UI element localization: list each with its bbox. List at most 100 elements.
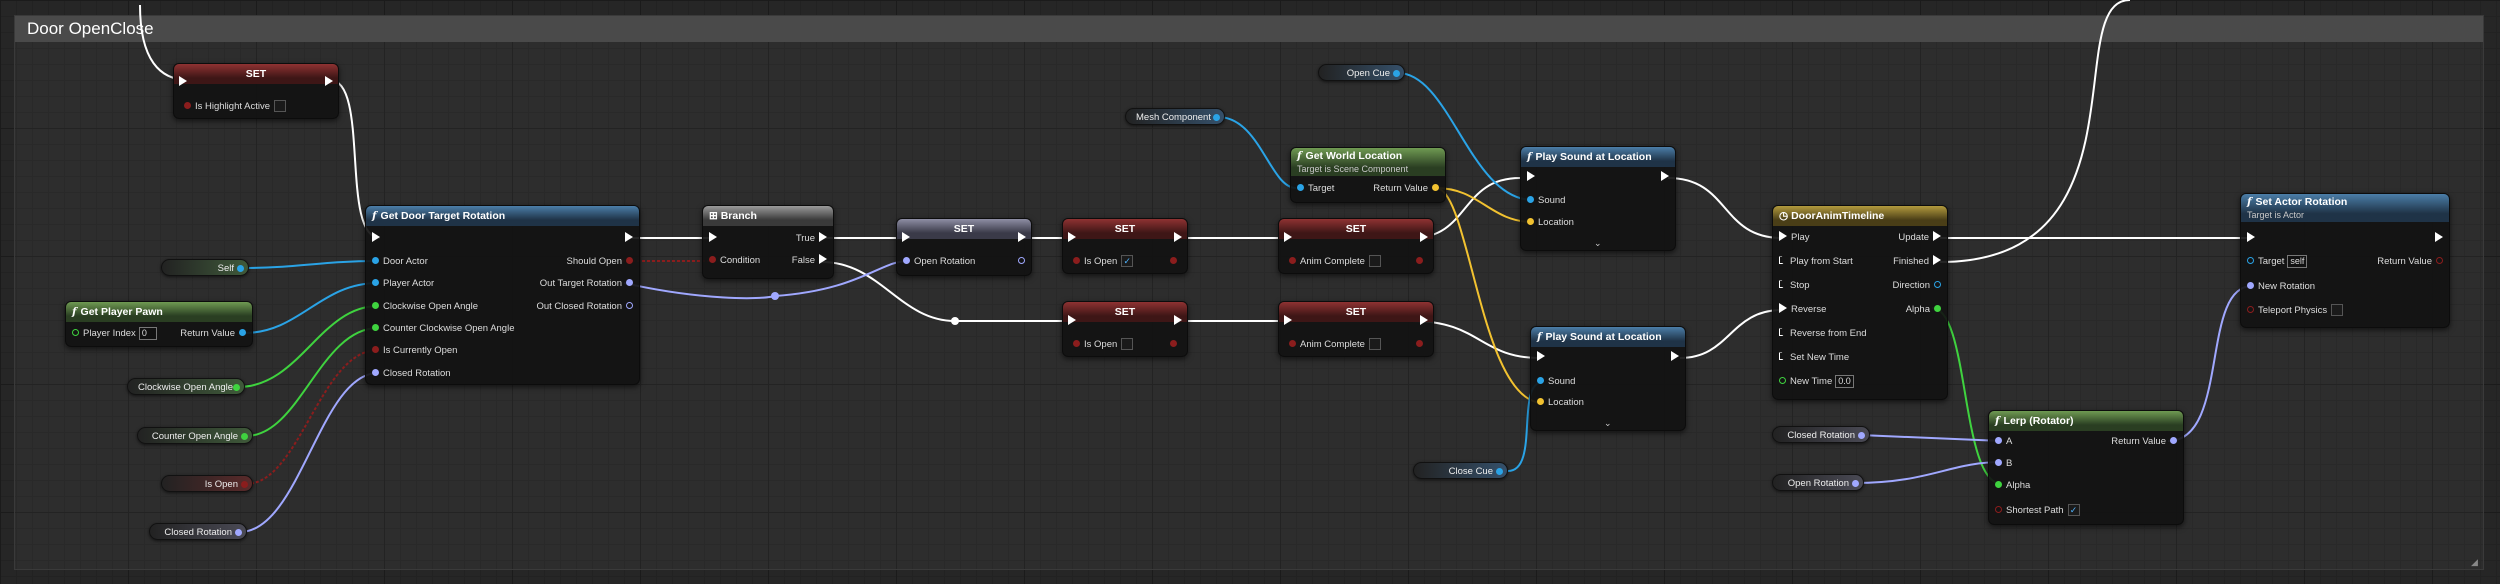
get-world-location-node[interactable]: f Get World Location Target is Scene Compo… (1290, 147, 1446, 203)
exec-out-pin[interactable] (1014, 232, 1030, 246)
false-pin[interactable]: False (792, 254, 831, 268)
reverse-pin[interactable]: Reverse (1775, 303, 1826, 317)
target-value[interactable]: self (2287, 255, 2308, 268)
target-pin[interactable]: Target (1293, 182, 1334, 196)
open-rotation-out-pin[interactable] (1014, 255, 1029, 269)
player-index-pin[interactable]: Player Index 0 (68, 327, 157, 341)
out-target-rotation-pin[interactable]: Out Target Rotation (540, 277, 637, 291)
anim-complete-pin[interactable]: Anim Complete (1285, 255, 1381, 269)
checkbox-checked[interactable]: ✓ (2067, 504, 2080, 517)
return-value-pin[interactable]: Return Value (1373, 182, 1443, 196)
exec-in-pin[interactable] (1523, 171, 1539, 185)
exec-out-pin[interactable] (2431, 232, 2447, 246)
exec-in-pin[interactable] (898, 232, 914, 246)
set-is-open-true-node[interactable]: SET Is Open ✓ (1062, 218, 1188, 274)
return-value-pin[interactable]: Return Value (2111, 435, 2181, 449)
exec-in-pin[interactable] (1064, 315, 1080, 329)
checkbox[interactable] (1368, 338, 1381, 351)
alpha-pin[interactable]: Alpha (1906, 303, 1945, 317)
exec-out-pin[interactable] (1667, 351, 1683, 365)
closed-rotation-pin[interactable]: Closed Rotation (368, 367, 451, 381)
close-cue-getter[interactable]: Close Cue (1413, 462, 1508, 479)
update-pin[interactable]: Update (1898, 231, 1945, 245)
is-open-pin[interactable]: Is Open (1069, 338, 1134, 352)
return-value-pin[interactable]: Return Value (180, 327, 250, 341)
sound-pin[interactable]: Sound (1533, 375, 1575, 389)
anim-complete-out-pin[interactable] (1412, 338, 1427, 352)
exec-out-pin[interactable] (321, 76, 337, 90)
is-open-pin[interactable]: Is Open ✓ (1069, 255, 1134, 269)
exec-in-pin[interactable] (1064, 232, 1080, 246)
condition-pin[interactable]: Condition (705, 254, 760, 268)
exec-out-pin[interactable] (1657, 171, 1673, 185)
is-open-getter[interactable]: Is Open (161, 475, 253, 492)
shortest-path-pin[interactable]: Shortest Path ✓ (1991, 504, 2080, 518)
new-rotation-pin[interactable]: New Rotation (2243, 280, 2315, 294)
counter-clockwise-angle-pin[interactable]: Counter Clockwise Open Angle (368, 322, 515, 336)
clockwise-angle-pin[interactable]: Clockwise Open Angle (368, 300, 478, 314)
exec-out-pin[interactable] (1416, 315, 1432, 329)
location-pin[interactable]: Location (1533, 396, 1584, 410)
self-getter[interactable]: Self (161, 259, 249, 276)
anim-complete-out-pin[interactable] (1412, 255, 1427, 269)
b-pin[interactable]: B (1991, 457, 2012, 471)
door-actor-pin[interactable]: Door Actor (368, 255, 428, 269)
exec-in-pin[interactable] (175, 76, 191, 90)
set-open-rotation-node[interactable]: SET Open Rotation (896, 218, 1032, 276)
alpha-pin[interactable]: Alpha (1991, 479, 2030, 493)
play-from-start-pin[interactable]: Play from Start (1775, 255, 1853, 269)
set-actor-rotation-node[interactable]: f Set Actor Rotation Target is Actor Targe… (2240, 193, 2450, 328)
checkbox-checked[interactable]: ✓ (1121, 255, 1134, 268)
clockwise-open-angle-getter[interactable]: Clockwise Open Angle (127, 378, 245, 395)
get-player-pawn-node[interactable]: f Get Player Pawn Player Index 0 Return Va… (65, 301, 253, 347)
chevron-down-icon[interactable]: ⌄ (1604, 418, 1612, 429)
checkbox[interactable] (2331, 304, 2344, 317)
true-pin[interactable]: True (796, 232, 831, 246)
checkbox[interactable] (1368, 255, 1381, 268)
resize-grip-icon[interactable]: ◢ (2471, 557, 2481, 567)
set-new-time-pin[interactable]: Set New Time (1775, 351, 1849, 365)
exec-in-pin[interactable] (705, 232, 721, 246)
is-currently-open-pin[interactable]: Is Currently Open (368, 344, 457, 358)
open-rotation-getter[interactable]: Open Rotation (1772, 474, 1864, 491)
exec-in-pin[interactable] (1533, 351, 1549, 365)
new-time-pin[interactable]: New Time 0.0 (1775, 375, 1854, 389)
exec-in-pin[interactable] (1280, 232, 1296, 246)
closed-rotation-getter[interactable]: Closed Rotation (149, 523, 247, 540)
door-anim-timeline-node[interactable]: ◷ DoorAnimTimeline Play Play from Start … (1772, 205, 1948, 400)
anim-complete-pin[interactable]: Anim Complete (1285, 338, 1381, 352)
teleport-physics-pin[interactable]: Teleport Physics (2243, 304, 2344, 318)
exec-out-pin[interactable] (1416, 232, 1432, 246)
play-pin[interactable]: Play (1775, 231, 1809, 245)
counter-open-angle-getter[interactable]: Counter Open Angle (137, 427, 253, 444)
exec-in-pin[interactable] (1280, 315, 1296, 329)
stop-pin[interactable]: Stop (1775, 279, 1810, 293)
play-sound-at-location-node[interactable]: f Play Sound at Location Sound Location ⌄ (1520, 146, 1676, 251)
branch-node[interactable]: ⊞ Branch Condition True False (702, 205, 834, 279)
exec-out-pin[interactable] (1170, 232, 1186, 246)
mesh-component-getter[interactable]: Mesh Component (1125, 108, 1225, 125)
target-pin[interactable]: Target self (2243, 255, 2308, 269)
exec-in-pin[interactable] (2243, 232, 2259, 246)
a-pin[interactable]: A (1991, 435, 2012, 449)
is-highlight-pin[interactable]: Is Highlight Active (180, 100, 286, 114)
is-open-out-pin[interactable] (1166, 255, 1181, 269)
exec-in-pin[interactable] (368, 232, 384, 246)
reverse-from-end-pin[interactable]: Reverse from End (1775, 327, 1867, 341)
return-value-pin[interactable]: Return Value (2377, 255, 2447, 269)
player-index-input[interactable]: 0 (138, 327, 157, 340)
out-closed-rotation-pin[interactable]: Out Closed Rotation (536, 300, 637, 314)
closed-rotation-getter[interactable]: Closed Rotation (1772, 426, 1870, 443)
location-pin[interactable]: Location (1523, 216, 1574, 230)
exec-out-pin[interactable] (1170, 315, 1186, 329)
set-highlight-node[interactable]: SET Is Highlight Active (173, 63, 339, 119)
is-open-out-pin[interactable] (1166, 338, 1181, 352)
play-sound-at-location-node[interactable]: f Play Sound at Location Sound Location ⌄ (1530, 326, 1686, 431)
set-anim-complete-node[interactable]: SET Anim Complete (1278, 301, 1434, 357)
direction-pin[interactable]: Direction (1893, 279, 1946, 293)
chevron-down-icon[interactable]: ⌄ (1594, 238, 1602, 249)
open-rotation-pin[interactable]: Open Rotation (899, 255, 975, 269)
finished-pin[interactable]: Finished (1893, 255, 1945, 269)
checkbox[interactable] (273, 100, 286, 113)
new-time-input[interactable]: 0.0 (1835, 375, 1854, 388)
